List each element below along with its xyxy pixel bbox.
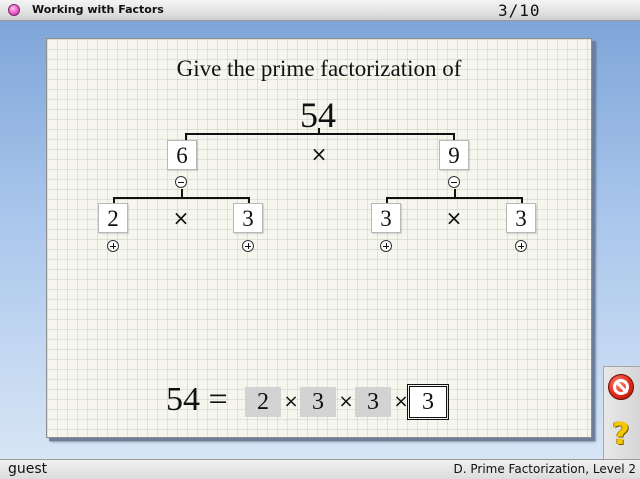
times-sign: × — [393, 391, 409, 412]
times-sign: × — [310, 142, 328, 166]
times-sign: × — [172, 206, 190, 230]
window-button-icon[interactable] — [8, 4, 20, 16]
answer-factor-box[interactable]: 2 — [245, 387, 281, 417]
collapse-minus-icon[interactable] — [175, 176, 187, 188]
problem-prompt: Give the prime factorization of — [176, 56, 462, 81]
help-icon[interactable]: ? — [608, 418, 634, 452]
level-label: D. Prime Factorization, Level 2 — [453, 462, 636, 476]
window-title: Working with Factors — [32, 3, 164, 16]
expand-plus-icon[interactable] — [515, 240, 527, 252]
tree-branch-line — [113, 197, 250, 199]
collapse-minus-icon[interactable] — [448, 176, 460, 188]
expand-plus-icon[interactable] — [380, 240, 392, 252]
factor-node-leaf[interactable]: 3 — [233, 203, 263, 233]
answer-lhs: 54 = — [166, 381, 228, 418]
times-sign: × — [445, 206, 463, 230]
status-bar: guest D. Prime Factorization, Level 2 — [0, 459, 640, 479]
expand-plus-icon[interactable] — [242, 240, 254, 252]
times-sign: × — [338, 391, 354, 412]
answer-input-box[interactable]: 3 — [407, 384, 449, 420]
times-sign: × — [283, 391, 299, 412]
tree-branch-line — [185, 133, 455, 135]
expand-plus-icon[interactable] — [107, 240, 119, 252]
user-name: guest — [8, 461, 48, 477]
factor-node-right[interactable]: 9 — [439, 140, 469, 170]
problem-counter: 3/10 — [498, 1, 541, 20]
factor-node-leaf[interactable]: 2 — [98, 203, 128, 233]
stop-icon[interactable] — [608, 374, 634, 400]
factor-node-left[interactable]: 6 — [167, 140, 197, 170]
answer-factor-box[interactable]: 3 — [355, 387, 391, 417]
answer-factor-box[interactable]: 3 — [300, 387, 336, 417]
title-bar: Working with Factors 3/10 — [0, 0, 640, 21]
tree-branch-line — [386, 197, 523, 199]
factor-node-leaf[interactable]: 3 — [506, 203, 536, 233]
factor-node-leaf[interactable]: 3 — [371, 203, 401, 233]
